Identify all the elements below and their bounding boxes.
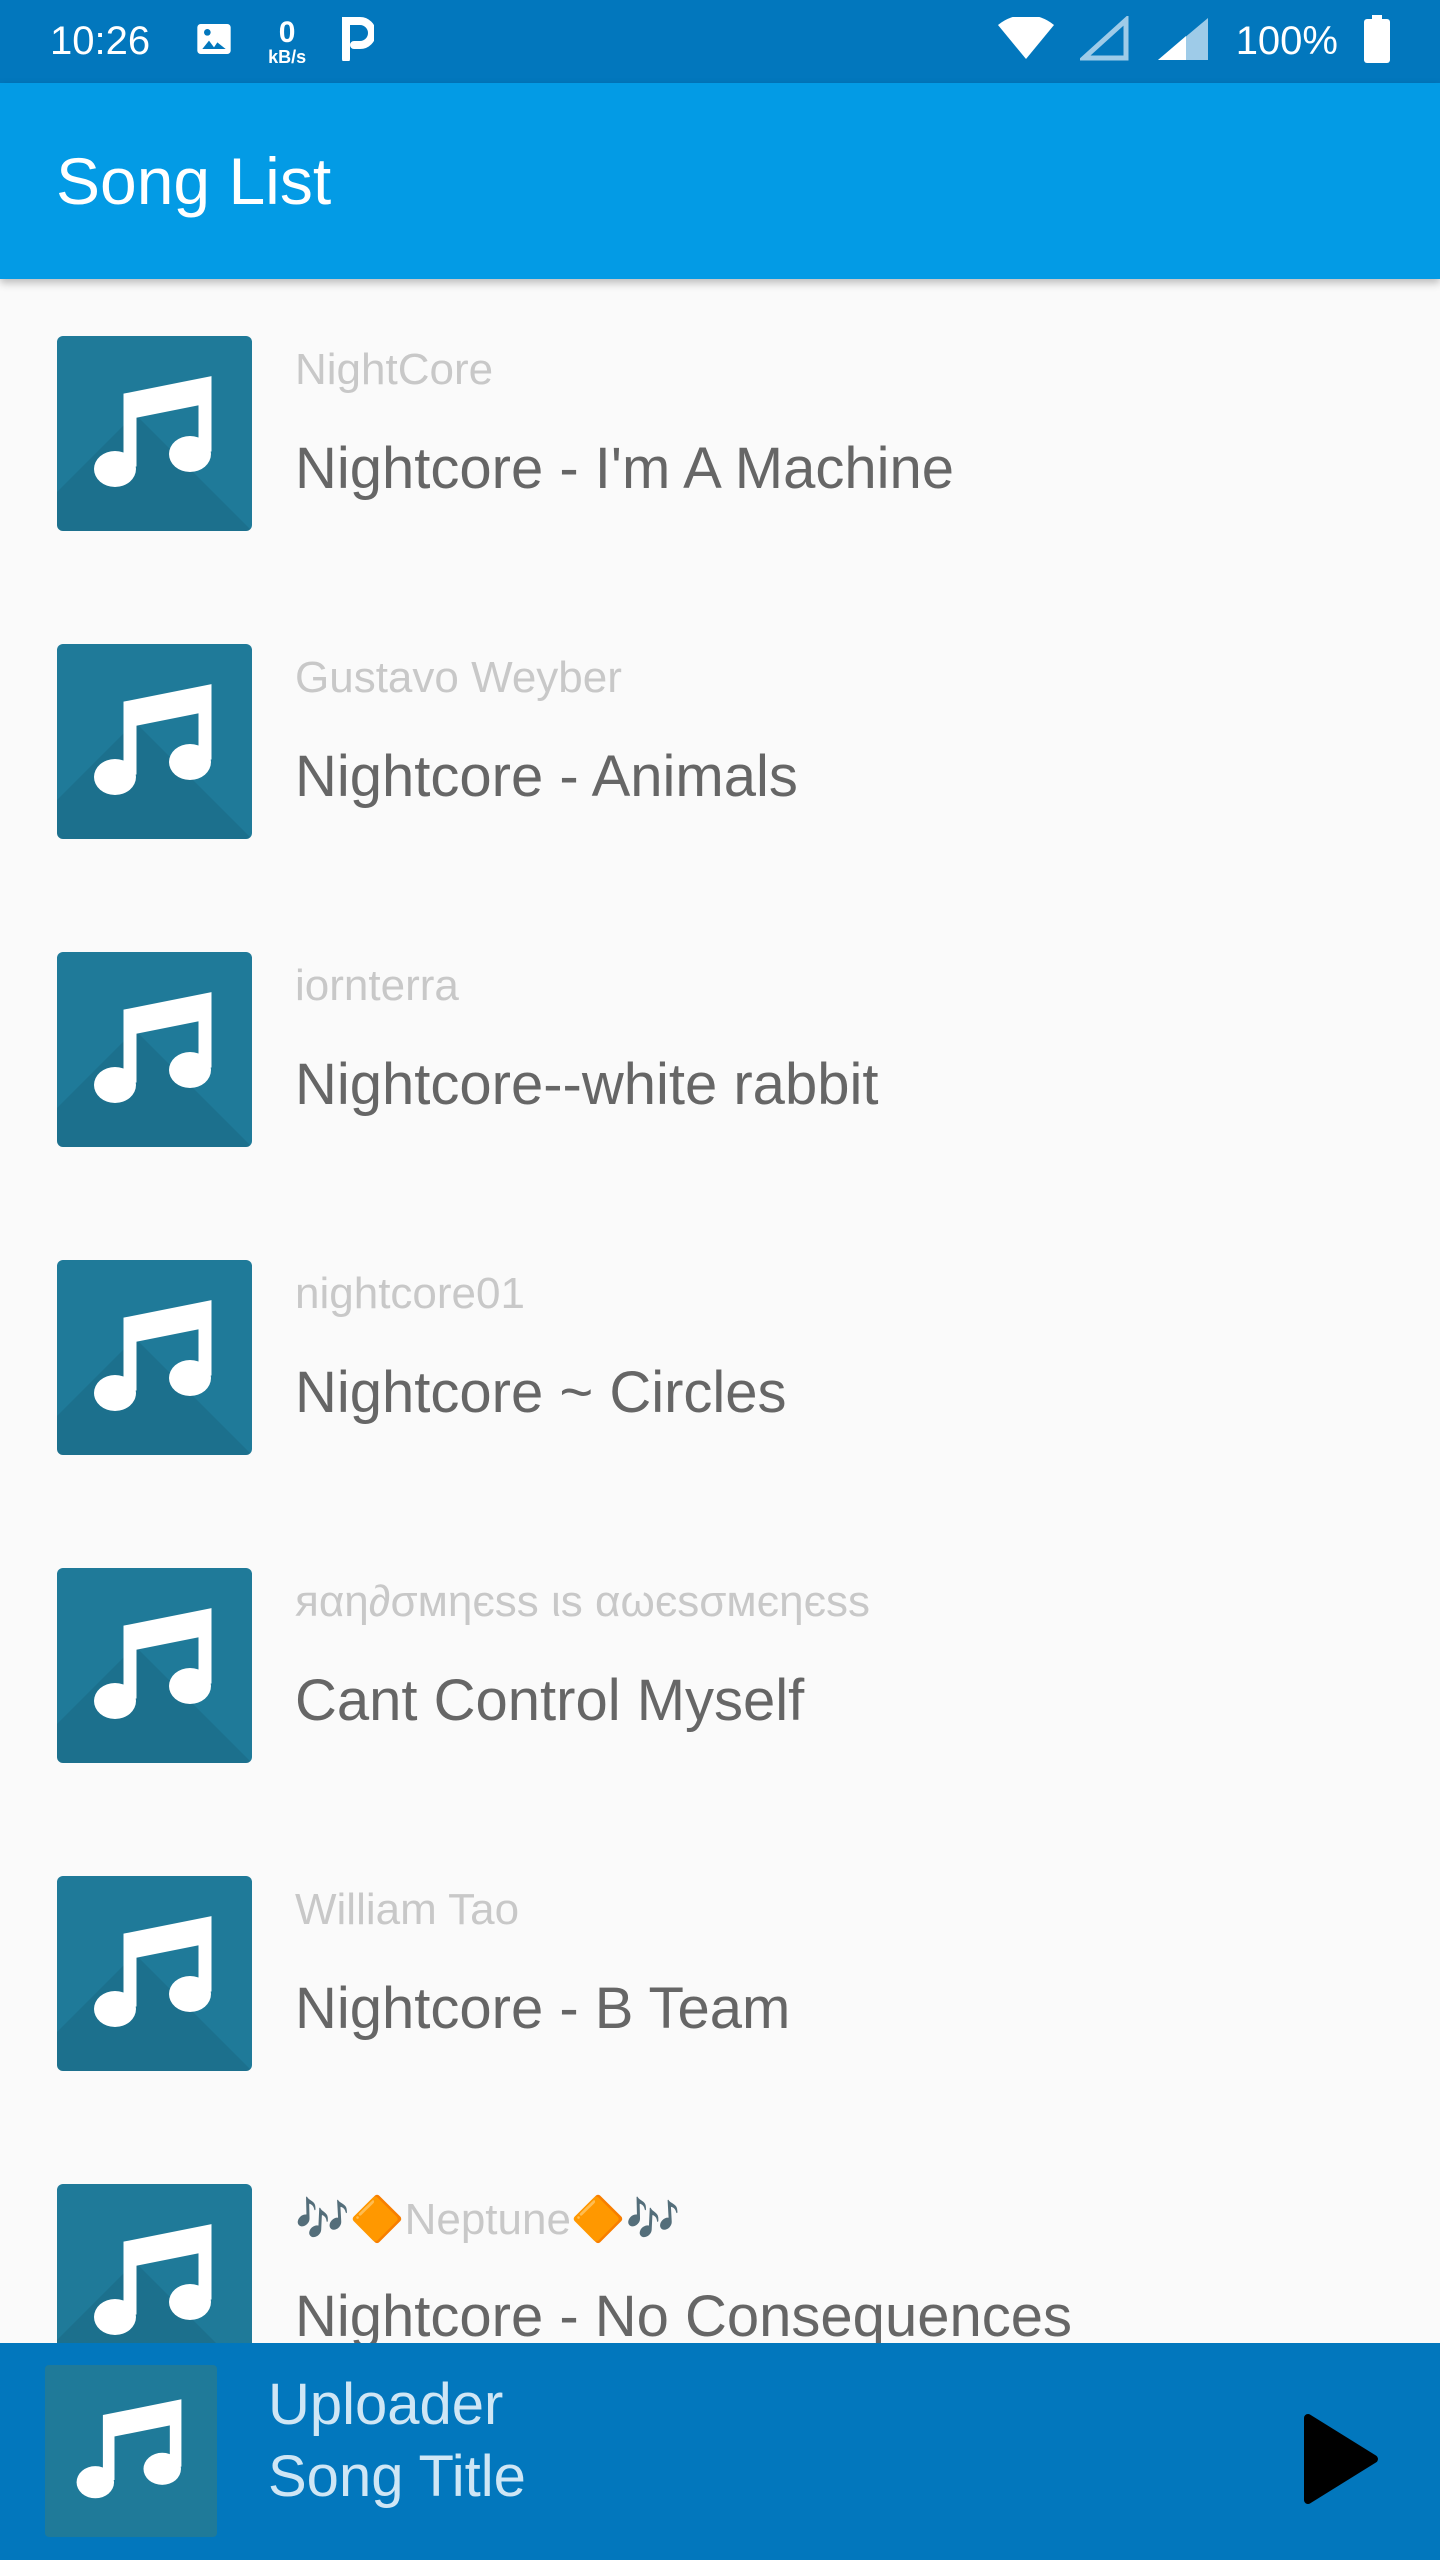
music-note-icon bbox=[93, 991, 211, 1103]
page-title: Song List bbox=[56, 144, 332, 218]
song-list[interactable]: NightCore Nightcore - I'm A Machine Gust… bbox=[0, 279, 1440, 2343]
network-speed-unit: kB/s bbox=[268, 46, 307, 67]
player-uploader: Uploader bbox=[268, 2372, 504, 2437]
song-title: Nightcore - I'm A Machine bbox=[295, 436, 955, 501]
play-icon bbox=[1304, 2414, 1378, 2504]
play-button[interactable] bbox=[1295, 2411, 1385, 2507]
song-title: Nightcore--white rabbit bbox=[295, 1052, 879, 1117]
song-thumbnail bbox=[57, 952, 252, 1147]
music-note-icon bbox=[93, 1915, 211, 2027]
song-thumbnail bbox=[57, 1568, 252, 1763]
song-title: Nightcore ~ Circles bbox=[295, 1360, 787, 1425]
status-time: 10:26 bbox=[50, 19, 151, 63]
song-thumbnail bbox=[57, 1260, 252, 1455]
parking-icon bbox=[340, 17, 377, 66]
network-speed-value: 0 bbox=[278, 15, 296, 49]
music-note-icon bbox=[76, 2399, 182, 2499]
song-uploader: iornterra bbox=[295, 961, 459, 1010]
status-bar: 10:26 0 kB/s 100% bbox=[0, 0, 1440, 83]
song-uploader: 🎶🔶Neptune🔶🎶 bbox=[295, 2195, 681, 2244]
song-uploader: William Tao bbox=[295, 1885, 520, 1934]
battery-icon bbox=[1364, 15, 1390, 68]
song-list-item[interactable]: nightcore01 Nightcore ~ Circles bbox=[0, 1203, 1440, 1511]
system-icons: 100% bbox=[997, 14, 1390, 68]
signal-icon bbox=[1156, 16, 1210, 67]
music-note-icon bbox=[93, 1607, 211, 1719]
song-title: Cant Control Myself bbox=[295, 1668, 805, 1733]
music-note-icon bbox=[93, 683, 211, 795]
signal-icon bbox=[1077, 14, 1130, 67]
network-speed: 0 kB/s bbox=[268, 15, 307, 67]
player-thumbnail bbox=[45, 2365, 217, 2537]
player-song-title: Song Title bbox=[268, 2444, 526, 2509]
app-bar: Song List bbox=[0, 83, 1440, 279]
song-uploader: nightcore01 bbox=[295, 1269, 525, 1318]
battery-percent: 100% bbox=[1235, 19, 1338, 63]
song-list-item[interactable]: 🎶🔶Neptune🔶🎶 Nightcore - No Consequences bbox=[0, 2127, 1440, 2343]
song-title: Nightcore - Animals bbox=[295, 744, 798, 809]
music-note-icon bbox=[93, 375, 211, 487]
song-uploader: NightCore bbox=[295, 345, 494, 394]
song-list-item[interactable]: яαη∂σмηєѕѕ ιѕ αωєѕσмєηєѕѕ Cant Control M… bbox=[0, 1511, 1440, 1819]
song-list-item[interactable]: Gustavo Weyber Nightcore - Animals bbox=[0, 587, 1440, 895]
song-uploader: яαη∂σмηєѕѕ ιѕ αωєѕσмєηєѕѕ bbox=[295, 1577, 871, 1626]
song-list-item[interactable]: William Tao Nightcore - B Team bbox=[0, 1819, 1440, 2127]
wifi-icon bbox=[997, 14, 1054, 66]
notification-icons: 0 kB/s bbox=[194, 15, 377, 67]
song-title: Nightcore - No Consequences bbox=[295, 2284, 1072, 2343]
song-title: Nightcore - B Team bbox=[295, 1976, 791, 2041]
song-thumbnail bbox=[57, 336, 252, 531]
song-thumbnail bbox=[57, 644, 252, 839]
song-list-item[interactable]: NightCore Nightcore - I'm A Machine bbox=[0, 279, 1440, 587]
image-icon bbox=[194, 19, 234, 64]
song-thumbnail bbox=[57, 1876, 252, 2071]
music-note-icon bbox=[93, 2223, 211, 2335]
now-playing-bar[interactable]: Uploader Song Title bbox=[0, 2343, 1440, 2560]
song-uploader: Gustavo Weyber bbox=[295, 653, 622, 702]
music-note-icon bbox=[93, 1299, 211, 1411]
song-list-item[interactable]: iornterra Nightcore--white rabbit bbox=[0, 895, 1440, 1203]
song-thumbnail bbox=[57, 2184, 252, 2343]
